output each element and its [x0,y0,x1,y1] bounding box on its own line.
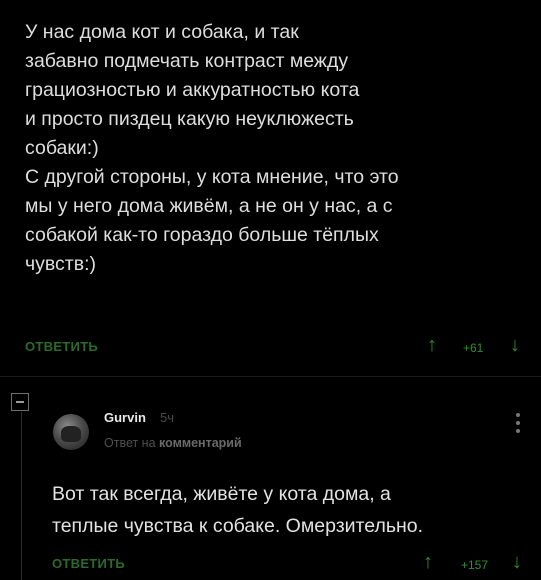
comment-body: Вот так всегда, живёте у кота дома, а те… [52,483,424,537]
reply-button[interactable]: ОТВЕТИТЬ [25,339,98,354]
reply-to-target[interactable]: комментарий [159,436,242,450]
reply-to-link[interactable]: Ответ на комментарий [104,436,242,450]
upvote-icon[interactable]: ↑ [423,552,433,572]
collapse-icon[interactable] [11,393,29,411]
username[interactable]: Gurvin [104,410,146,425]
more-options-icon[interactable] [516,413,520,437]
reply-to-prefix: Ответ на [104,436,156,450]
downvote-icon[interactable]: ↓ [510,335,520,355]
thread-line[interactable] [21,412,22,580]
upvote-icon[interactable]: ↑ [427,335,437,355]
rating-count: +61 [463,341,484,355]
rating-count: +157 [461,558,489,572]
comment-time: 5ч [160,410,175,425]
reply-button[interactable]: ОТВЕТИТЬ [52,556,125,571]
avatar[interactable] [53,414,89,450]
divider [0,376,541,377]
comment-body: У нас дома кот и собака, и так забавно п… [25,21,399,275]
downvote-icon[interactable]: ↓ [512,552,522,572]
